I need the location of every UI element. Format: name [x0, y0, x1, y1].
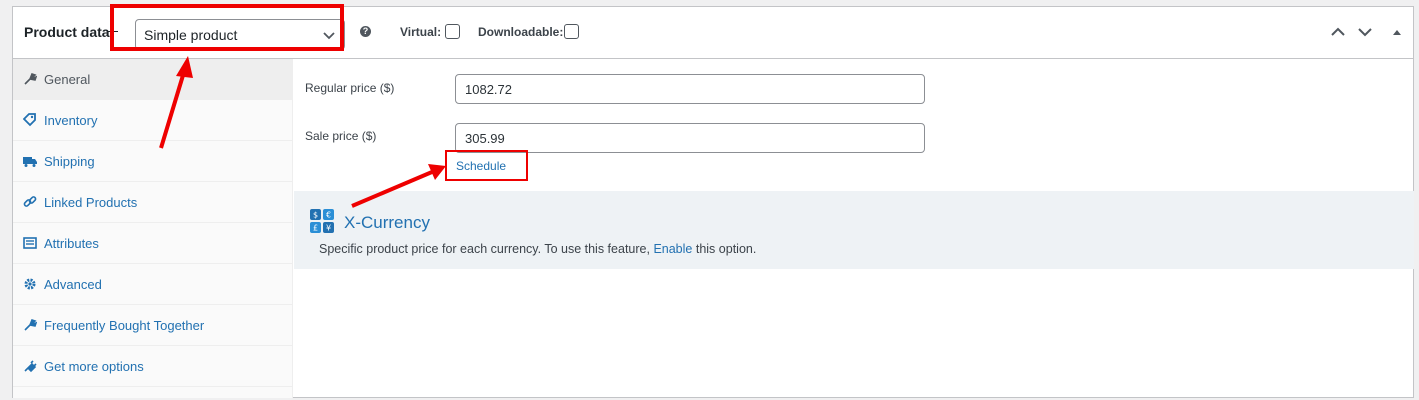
plug-icon	[24, 360, 37, 373]
help-icon[interactable]: ?	[360, 26, 371, 37]
tab-label: Linked Products	[44, 195, 138, 210]
schedule-highlight-box	[445, 150, 528, 181]
tab-frequently-bought-together[interactable]: Frequently Bought Together	[13, 305, 293, 346]
wrench-icon	[24, 73, 37, 85]
link-icon	[23, 196, 37, 207]
tab-inventory[interactable]: Inventory	[13, 100, 293, 141]
svg-text:$: $	[313, 211, 318, 220]
list-icon	[23, 237, 37, 249]
tab-label: Get more options	[44, 359, 144, 374]
tab-label: Frequently Bought Together	[44, 318, 205, 333]
truck-icon	[23, 157, 37, 167]
tab-get-more-options[interactable]: Get more options	[13, 346, 293, 387]
x-currency-desc-after: this option.	[695, 242, 757, 256]
tab-attributes[interactable]: Attributes	[13, 223, 293, 264]
svg-text:¥: ¥	[326, 224, 331, 233]
sale-price-value: 305.99	[465, 131, 505, 146]
tab-shipping[interactable]: Shipping	[13, 141, 293, 182]
product-data-tabs: General Inventory Shipping Linked Produc…	[13, 59, 293, 398]
chevron-up-icon[interactable]	[1330, 24, 1346, 40]
x-currency-description: Specific product price for each currency…	[319, 242, 756, 256]
sale-price-input[interactable]: 305.99	[455, 123, 925, 153]
gear-icon	[24, 278, 36, 290]
tag-icon	[23, 113, 36, 127]
tab-linked-products[interactable]: Linked Products	[13, 182, 293, 223]
collapse-toggle-icon[interactable]	[1389, 24, 1405, 40]
wrench-icon	[24, 319, 37, 331]
currency-exchange-icon: $ € £ ¥	[310, 209, 334, 233]
product-data-panel: Product data Simple product ? Virtual: D…	[12, 6, 1414, 398]
svg-text:€: €	[326, 211, 331, 220]
sale-price-label: Sale price ($)	[305, 129, 377, 143]
tab-general[interactable]: General	[13, 59, 293, 100]
virtual-checkbox[interactable]	[445, 24, 460, 39]
virtual-label: Virtual:	[400, 25, 442, 39]
tab-label: Advanced	[44, 277, 102, 292]
chevron-down-icon[interactable]	[1357, 24, 1373, 40]
regular-price-label: Regular price ($)	[305, 81, 395, 95]
product-type-highlight-box	[110, 4, 344, 51]
downloadable-checkbox[interactable]	[564, 24, 579, 39]
tab-label: Inventory	[44, 113, 98, 128]
x-currency-desc-before: Specific product price for each currency…	[319, 242, 650, 256]
tab-label: Shipping	[44, 154, 95, 169]
x-currency-section: $ € £ ¥ X-Currency Specific product pric…	[294, 191, 1414, 269]
tab-advanced[interactable]: Advanced	[13, 264, 293, 305]
tab-label: General	[44, 72, 91, 87]
panel-title: Product data	[24, 24, 110, 40]
tab-label: Attributes	[44, 236, 99, 251]
enable-link[interactable]: Enable	[653, 242, 692, 256]
regular-price-value: 1082.72	[465, 82, 512, 97]
general-tab-content: Regular price ($) 1082.72 Sale price ($)…	[294, 59, 1414, 398]
x-currency-title: X-Currency	[344, 213, 430, 232]
regular-price-input[interactable]: 1082.72	[455, 74, 925, 104]
svg-text:£: £	[313, 224, 318, 233]
downloadable-label: Downloadable:	[478, 25, 564, 39]
